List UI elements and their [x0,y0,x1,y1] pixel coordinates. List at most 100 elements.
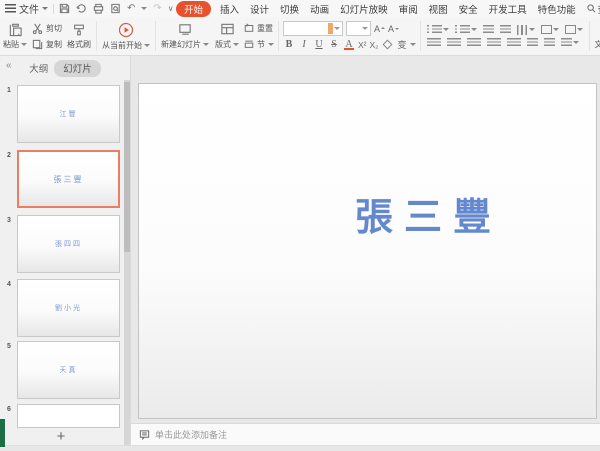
decrease-indent-button[interactable] [481,25,496,35]
slide-thumbnail-4[interactable]: 劉小光 [17,279,120,337]
slide-thumbnail-1[interactable]: 江豐 [17,85,120,143]
bold-button[interactable]: B [283,39,295,50]
outline-tab[interactable]: 大纲 [29,61,48,75]
play-from-current-button[interactable]: 从当前开始 [99,17,153,55]
paste-caret-icon [21,43,27,49]
ribbon-toolbar: 粘贴 剪切 复制 格式刷 从当前开始 新建幻灯片 版 [0,17,600,56]
print-icon[interactable] [93,3,104,14]
slide-number: 6 [7,406,11,413]
slide-editing-area: 張三豐 [131,56,600,423]
slides-tab[interactable]: 幻灯片 [54,60,101,77]
align-right-button[interactable] [465,38,483,48]
file-menu[interactable]: 文件 [19,1,39,16]
find-button[interactable]: 查找 [585,1,600,17]
grow-font-button[interactable]: A [374,24,385,34]
search-icon [587,4,596,13]
text-direction-button[interactable] [539,25,561,34]
customize-toolbar-icon[interactable]: ∨ [168,4,174,13]
tab-view[interactable]: 视图 [427,1,450,17]
play-caret-icon [144,44,150,50]
reset-button[interactable]: 重置 [242,20,276,36]
notes-bar[interactable]: 单击此处添加备注 [131,423,600,445]
slide-number: 2 [7,152,11,159]
slide-number: 3 [7,217,11,224]
line-spacing-button[interactable] [525,38,540,48]
section-caret-icon [268,43,274,49]
bullet-list-button[interactable] [425,25,451,35]
clear-format-icon[interactable] [383,40,393,50]
increase-indent-button[interactable] [498,25,513,35]
section-button[interactable]: 节 [242,36,276,52]
font-family-select[interactable] [283,21,343,36]
tab-animations[interactable]: 动画 [308,1,331,17]
cut-button[interactable]: 剪切 [30,20,64,36]
section-icon [244,39,254,49]
columns-button[interactable] [515,25,537,35]
slide-panel: « 大纲 幻灯片 1 江豐 2 張三豐 3 張四四 4 劉小光 5 天真 6 [0,56,131,445]
distribute-button[interactable] [505,38,523,48]
text-box-button[interactable]: 文本框 [592,17,600,55]
sync-icon[interactable] [76,3,87,14]
background-artifact [0,419,5,447]
undo-icon[interactable]: ↶ [127,3,135,14]
justify-button[interactable] [485,38,503,48]
strikethrough-button[interactable]: S [328,39,340,50]
spacing-options-button[interactable] [559,38,581,48]
panel-header: « 大纲 幻灯片 [0,56,130,80]
slide-thumbnail-3[interactable]: 張四四 [17,215,120,273]
new-slide-button[interactable]: 新建幻灯片 [158,17,212,55]
layout-caret-icon [233,43,239,49]
add-slide-button[interactable]: + [0,428,122,445]
subscript-button[interactable]: X₂ [370,40,379,50]
text-effect-button[interactable]: 变 [397,38,406,51]
tab-security[interactable]: 安全 [457,1,480,17]
tab-devtools[interactable]: 开发工具 [487,1,529,17]
tab-home[interactable]: 开始 [176,1,211,17]
text-effect-caret-icon [410,43,416,49]
layout-button[interactable]: 版式 [212,17,242,55]
slide-thumbnail-2-selected[interactable]: 張三豐 [17,150,120,208]
collapse-panel-button[interactable]: « [6,60,12,71]
tab-review[interactable]: 审阅 [397,1,420,17]
slide-number: 1 [7,87,11,94]
format-painter-button[interactable]: 格式刷 [64,17,94,55]
layout-icon [220,22,235,37]
tab-slideshow[interactable]: 幻灯片放映 [338,1,390,17]
notes-icon [139,429,150,440]
new-slide-caret-icon [203,43,209,49]
align-text-button[interactable] [563,25,585,34]
slide-thumbnail-5[interactable]: 天真 [17,341,120,399]
font-size-caret-icon [362,27,368,33]
underline-button[interactable]: U [313,39,325,50]
file-menu-caret-icon[interactable] [42,7,48,13]
tab-design[interactable]: 设计 [248,1,271,17]
shrink-font-button[interactable]: A [388,24,399,34]
font-color-button[interactable]: A [343,39,355,50]
reset-icon [244,23,254,33]
tab-special-features[interactable]: 特色功能 [536,1,578,17]
align-center-button[interactable] [445,38,463,48]
hamburger-menu-icon[interactable] [5,4,16,13]
scrollbar-thumb[interactable] [124,82,130,252]
font-family-caret-icon [334,27,340,33]
scissors-icon [32,23,43,34]
slide-thumbnail-6[interactable] [17,404,120,428]
paragraph-spacing-button[interactable] [542,38,557,48]
paste-button[interactable]: 粘贴 [0,17,30,55]
orange-marker-icon [328,23,333,34]
brush-icon [72,23,86,37]
tab-transitions[interactable]: 切换 [278,1,301,17]
font-size-select[interactable] [346,21,371,36]
slide-title-text[interactable]: 張三豐 [355,186,502,241]
copy-button[interactable]: 复制 [30,36,64,52]
superscript-button[interactable]: X² [358,40,367,50]
italic-button[interactable]: I [298,39,310,50]
save-icon[interactable] [59,3,70,14]
tab-insert[interactable]: 插入 [218,1,241,17]
numbered-list-button[interactable] [453,25,479,35]
new-slide-icon [178,22,193,37]
slide-canvas[interactable]: 張三豐 [138,83,597,419]
align-left-button[interactable] [425,38,443,48]
print-preview-icon[interactable] [110,3,121,14]
undo-caret-icon[interactable] [141,7,147,13]
